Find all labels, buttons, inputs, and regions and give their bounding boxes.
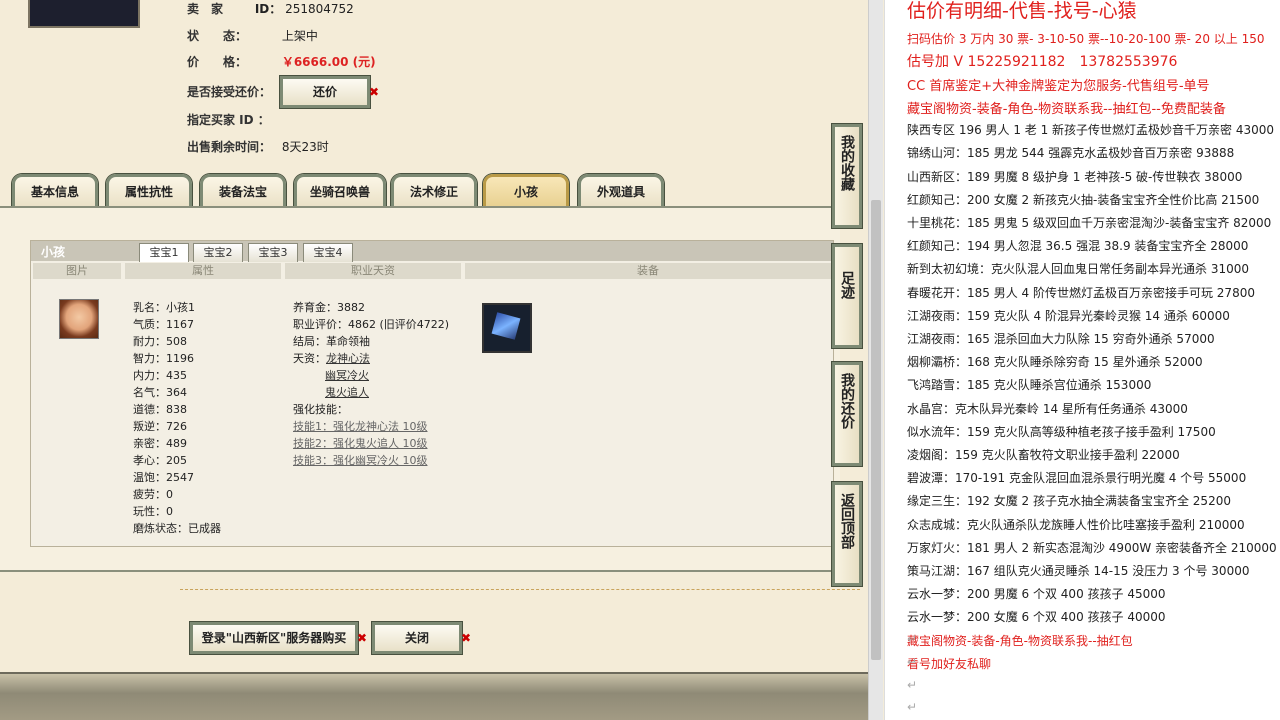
- seller-id: 251804752: [285, 2, 354, 16]
- note-line: 估号加 V 15225921182 13782553976: [907, 54, 1178, 70]
- skill-link-2[interactable]: 技能2：强化鬼火追人 10级: [293, 437, 428, 450]
- subtab-baby-2[interactable]: 宝宝2: [193, 243, 243, 262]
- subtab-baby-4[interactable]: 宝宝4: [303, 243, 353, 262]
- paragraph-mark: ↵: [907, 632, 918, 646]
- note-line: 看号加好友私聊: [907, 656, 992, 671]
- note-line: 云水一梦：200 男魔 6 个双 400 孩孩子 45000: [907, 587, 1166, 602]
- tab-basic-info[interactable]: 基本信息: [12, 174, 98, 209]
- col-attributes: 属性: [125, 263, 281, 279]
- status-value: 上架中: [281, 29, 318, 43]
- page-scrollbar[interactable]: [868, 0, 883, 720]
- divider: [180, 589, 860, 590]
- close-x-icon: ✖: [368, 85, 379, 99]
- listing-page: 卖 家 ID： 251804752 状 态： 上架中 价 格： ￥6666.00…: [0, 0, 868, 720]
- note-line: 江湖夜雨：165 混杀回血大力队除 15 穷奇外通杀 57000: [907, 332, 1215, 346]
- child-portrait: [59, 299, 99, 339]
- talent-link-2[interactable]: 幽冥冷火: [325, 369, 369, 382]
- talent-link-1[interactable]: 龙神心法: [326, 352, 370, 365]
- note-line: 飞鸿踏雪：185 克火队睡杀宫位通杀 153000: [907, 378, 1152, 393]
- skill-link-1[interactable]: 技能1：强化龙神心法 10级: [293, 420, 428, 433]
- back-to-top-button[interactable]: 返回顶部: [832, 482, 862, 586]
- close-button[interactable]: 关闭 ✖: [372, 622, 471, 654]
- note-line: 凌烟阁：159 克火队畜牧符文职业接手盈利 22000: [907, 448, 1180, 462]
- paragraph-mark: ↵: [907, 678, 918, 692]
- paragraph-mark: ↵: [907, 700, 918, 714]
- subtab-baby-1[interactable]: 宝宝1: [139, 243, 189, 262]
- skill-link-3[interactable]: 技能3：强化幽冥冷火 10级: [293, 454, 428, 467]
- tab-spell-mod[interactable]: 法术修正: [391, 174, 477, 209]
- talent-link-3[interactable]: 鬼火追人: [325, 386, 369, 399]
- scrollbar-thumb[interactable]: [871, 200, 881, 660]
- seller-row: 卖 家 ID： 251804752: [187, 2, 354, 16]
- bottom-frame-decoration: [0, 672, 868, 720]
- login-buy-button[interactable]: 登录"山西新区"服务器购买 ✖: [190, 622, 367, 654]
- child-talents: 养育金：3882 职业评价：4862 (旧评价4722) 结局：革命领袖 天资：…: [293, 301, 450, 467]
- child-subheader: 小孩 宝宝1 宝宝2 宝宝3 宝宝4: [31, 241, 833, 262]
- note-line: 藏宝阁物资-装备-角色-物资联系我--抽红包--免费配装备: [907, 102, 1226, 117]
- time-row: 出售剩余时间： 8天23时: [187, 140, 329, 154]
- buyer-row: 指定买家 ID ：: [187, 113, 270, 127]
- note-line: 策马江湖：167 组队克火通灵睡杀 14-15 没压力 3 个号 30000: [907, 564, 1250, 578]
- note-line: 十里桃花：185 男鬼 5 级双回血千万亲密混淘沙-装备宝宝齐 82000: [907, 216, 1272, 230]
- col-talent: 职业天资: [285, 263, 461, 279]
- tab-child[interactable]: 小孩: [483, 174, 569, 209]
- subtab-baby-3[interactable]: 宝宝3: [248, 243, 298, 262]
- tab-mounts[interactable]: 坐骑召唤兽: [294, 174, 386, 209]
- note-line: 江湖夜雨：159 克火队 4 阶混异光秦岭灵猴 14 通杀 60000: [907, 308, 1230, 323]
- col-image: 图片: [33, 263, 121, 279]
- headline: 估价有明细-代售-找号-心猿: [907, 0, 1137, 22]
- note-line: 水晶宫：克木队异光秦岭 14 星所有任务通杀 43000: [907, 401, 1188, 416]
- price-value: ￥6666.00 (元): [281, 55, 376, 69]
- footprints-button[interactable]: 足迹: [832, 244, 862, 348]
- child-attributes: 乳名：小孩1 气质：1167 耐力：508 智力：1196 内力：435 名气：…: [133, 301, 221, 535]
- note-line: 似水流年：159 克火队高等级种植老孩子接手盈利 17500: [907, 424, 1216, 439]
- note-line: 新到太初幻境：克火队混人回血鬼日常任务副本异光通杀 31000: [907, 262, 1249, 277]
- note-line: 山西新区：189 男魔 8 级护身 1 老神孩-5 破-传世鞅衣 38000: [907, 169, 1243, 184]
- col-equipment: 装备: [465, 263, 831, 279]
- child-panel: 小孩 宝宝1 宝宝2 宝宝3 宝宝4 图片 属性 职业天资 装备 乳名：小孩1 …: [0, 206, 840, 572]
- counter-row: 是否接受还价：: [187, 85, 272, 99]
- time-value: 8天23时: [281, 140, 329, 154]
- note-line: 众志成城：克火队通杀队龙族睡人性价比哇塞接手盈利 210000: [907, 517, 1245, 532]
- child-info-box: 小孩 宝宝1 宝宝2 宝宝3 宝宝4 图片 属性 职业天资 装备 乳名：小孩1 …: [30, 240, 834, 547]
- status-row: 状 态： 上架中: [187, 29, 318, 43]
- tab-appearance[interactable]: 外观道具: [578, 174, 664, 209]
- close-x-icon: ✖: [356, 631, 367, 645]
- note-line: 万家灯火：181 男人 2 新实态混淘沙 4900W 亲密装备齐全 210000: [907, 540, 1277, 555]
- tab-equipment[interactable]: 装备法宝: [200, 174, 286, 209]
- note-line: 春暖花开：185 男人 4 阶传世燃灯孟极百万亲密接手可玩 27800: [907, 285, 1255, 300]
- note-line: 缘定三生：192 女魔 2 孩子克水抽全满装备宝宝齐全 25200: [907, 494, 1231, 509]
- my-favorites-button[interactable]: 我的收藏: [832, 124, 862, 228]
- character-avatar: [28, 0, 140, 28]
- note-line: 烟柳灞桥：168 克火队睡杀除穷奇 15 星外通杀 52000: [907, 355, 1203, 370]
- note-line: 云水一梦：200 女魔 6 个双 400 孩孩子 40000: [907, 610, 1166, 625]
- note-line: 陕西专区 196 男人 1 老 1 新孩子传世燃灯孟极妙音千万亲密 43000: [907, 123, 1275, 138]
- counter-offer-button[interactable]: 还价 ✖: [280, 76, 379, 108]
- child-equipment-item[interactable]: [482, 303, 532, 353]
- note-line: 藏宝阁物资-装备-角色-物资联系我--抽红包: [907, 633, 1133, 648]
- note-line: CC 首席鉴定+大神金牌鉴定为您服务-代售组号-单号: [907, 79, 1210, 94]
- tab-attributes[interactable]: 属性抗性: [106, 174, 192, 209]
- note-line: 红颜知己：200 女魔 2 新孩克火抽-装备宝宝齐全性价比高 21500: [907, 192, 1260, 207]
- note-line: 锦绣山河：185 男龙 544 强霹克水孟极妙音百万亲密 93888: [907, 146, 1235, 161]
- close-x-icon: ✖: [460, 631, 471, 645]
- my-offers-button[interactable]: 我的还价: [832, 362, 862, 466]
- note-line: 碧波潭：170-191 克金队混回血混杀景行明光魔 4 个号 55000: [907, 471, 1247, 486]
- note-line: 红颜知己：194 男人忽混 36.5 强混 38.9 装备宝宝齐全 28000: [907, 239, 1249, 254]
- paragraph-mark: ↵: [907, 655, 918, 669]
- price-row: 价 格： ￥6666.00 (元): [187, 55, 376, 69]
- notes-document: 估价有明细-代售-找号-心猿 扫码估价 3 万内 30 票- 3-10-50 票…: [884, 0, 1280, 720]
- note-line: 扫码估价 3 万内 30 票- 3-10-50 票--10-20-100 票- …: [907, 32, 1265, 46]
